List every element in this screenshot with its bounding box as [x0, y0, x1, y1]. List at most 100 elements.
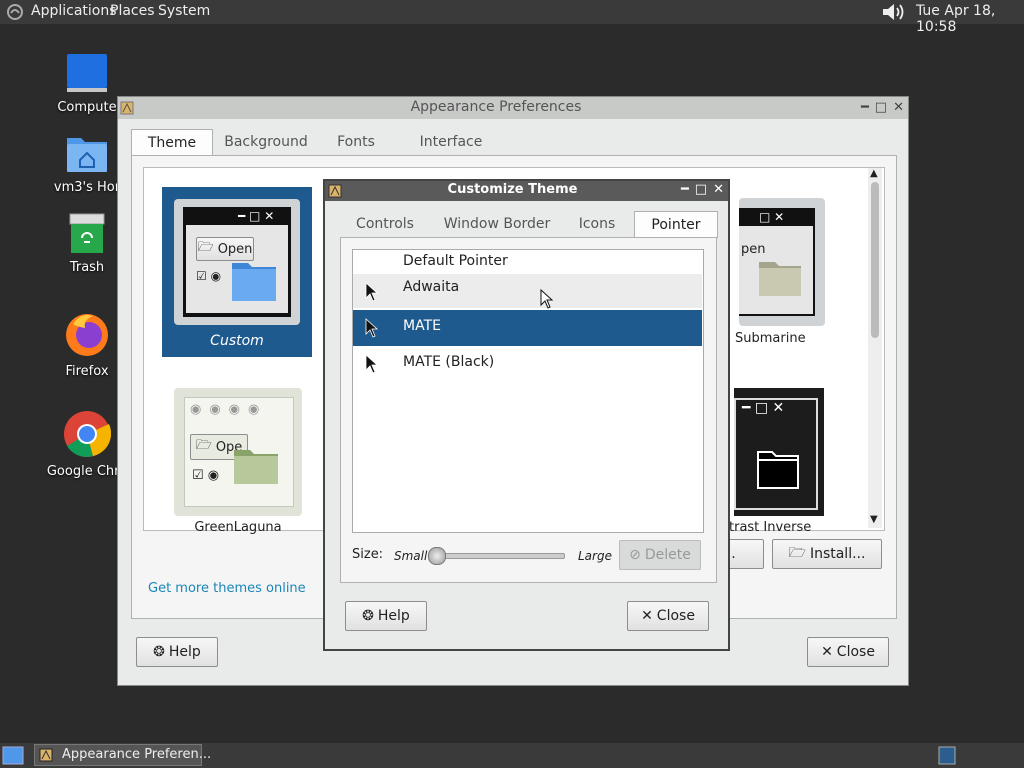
- computer-icon: [67, 54, 107, 92]
- get-more-themes-link[interactable]: Get more themes online: [148, 581, 306, 596]
- top-panel: Applications Places System Tue Apr 18, 1…: [0, 0, 1024, 35]
- close-icon[interactable]: ✕: [893, 100, 904, 115]
- tab-pointer[interactable]: Pointer: [634, 211, 718, 238]
- mouse-cursor-icon: [540, 289, 554, 309]
- slider-handle[interactable]: [428, 547, 446, 565]
- folder-open-icon: 🗁: [788, 545, 806, 561]
- help-button[interactable]: ❂ Help: [345, 601, 427, 631]
- folder-icon: [234, 450, 278, 484]
- menu-system[interactable]: System: [158, 3, 210, 19]
- trash-icon: [69, 213, 105, 253]
- mate-logo-icon[interactable]: [6, 3, 24, 21]
- theme-name-contrast-inverse: trast Inverse: [729, 520, 812, 535]
- preview-open-button: 🗁 Open: [196, 237, 254, 261]
- folder-icon: [757, 451, 799, 489]
- minimize-icon[interactable]: ━: [681, 182, 689, 197]
- close-label: Close: [656, 608, 695, 624]
- help-icon: ❂: [153, 644, 165, 660]
- size-label: Size:: [352, 547, 384, 562]
- chrome-icon: [64, 411, 112, 457]
- preview-open-label: pen: [741, 242, 766, 257]
- preview-wm-buttons: ◉◉◉◉: [190, 402, 268, 417]
- scroll-up-icon[interactable]: ▲: [870, 168, 878, 179]
- folder-icon: [759, 262, 801, 296]
- scrollbar-thumb[interactable]: [871, 182, 879, 338]
- maximize-icon[interactable]: □: [695, 182, 707, 197]
- tab-icons[interactable]: Icons: [563, 211, 631, 237]
- list-item[interactable]: Adwaita: [353, 274, 702, 308]
- tab-background[interactable]: Background: [221, 129, 311, 155]
- help-label: Help: [377, 608, 410, 624]
- checkbox-icon: ☑ ◉: [192, 468, 220, 483]
- cursor-arrow-icon: [365, 354, 379, 374]
- clock[interactable]: Tue Apr 18, 10:58: [916, 3, 1024, 35]
- theme-item-contrast-inverse[interactable]: ━ □ ✕ trast Inverse: [729, 388, 834, 538]
- list-item[interactable]: MATE: [353, 310, 702, 346]
- customize-titlebar[interactable]: Customize Theme ━ □ ✕: [325, 181, 728, 201]
- maximize-icon[interactable]: □: [875, 100, 887, 115]
- appearance-app-icon: [39, 748, 53, 762]
- folder-open-icon: 🗁: [197, 240, 214, 255]
- scroll-down-icon[interactable]: ▼: [870, 514, 878, 525]
- help-icon: ❂: [362, 608, 374, 624]
- window-title: Appearance Preferences: [410, 99, 582, 115]
- pointer-name: Adwaita: [403, 279, 460, 295]
- theme-preview: ━ □ ✕ 🗁 Open ☑ ◉: [174, 199, 300, 325]
- pointer-name: MATE: [403, 318, 441, 334]
- close-icon: ✕: [821, 644, 833, 660]
- customize-theme-dialog: Customize Theme ━ □ ✕ Controls Window Bo…: [323, 179, 730, 651]
- theme-name-greenlaguna: GreenLaguna: [194, 520, 282, 535]
- cursor-arrow-icon: [365, 318, 379, 338]
- themes-scrollbar[interactable]: ▲ ▼: [868, 168, 882, 528]
- menu-applications[interactable]: Applications: [31, 3, 117, 19]
- list-item[interactable]: Default Pointer: [353, 250, 702, 274]
- theme-item-greenlaguna[interactable]: ◉◉◉◉ 🗁 Ope ☑ ◉ GreenLaguna: [174, 388, 304, 538]
- small-label: Small: [394, 549, 428, 563]
- theme-preview: ◉◉◉◉ 🗁 Ope ☑ ◉: [174, 388, 302, 516]
- size-slider[interactable]: [428, 547, 565, 565]
- dialog-wm-buttons: ━ □ ✕: [681, 182, 724, 197]
- cursor-arrow-icon: [365, 282, 379, 302]
- volume-icon[interactable]: [880, 2, 910, 22]
- close-button[interactable]: ✕ Close: [807, 637, 889, 667]
- large-label: Large: [578, 549, 612, 563]
- pointer-list: Default Pointer Adwaita MATE MATE (Black…: [352, 249, 704, 533]
- delete-button[interactable]: ⊘ Delete: [619, 540, 701, 570]
- close-icon[interactable]: ✕: [713, 182, 724, 197]
- preview-wm-buttons: ━ □ ✕: [238, 209, 275, 223]
- close-button[interactable]: ✕ Close: [627, 601, 709, 631]
- theme-item-submarine[interactable]: □ ✕ pen Submarine: [735, 198, 829, 346]
- bottom-panel: Appearance Preferen...: [0, 743, 1024, 768]
- taskbar-item-appearance[interactable]: Appearance Preferen...: [34, 744, 211, 766]
- delete-icon: ⊘: [629, 547, 641, 563]
- home-folder-icon: [67, 138, 107, 172]
- menu-places[interactable]: Places: [110, 3, 155, 19]
- delete-label: Delete: [644, 547, 691, 563]
- theme-name-custom: Custom: [210, 333, 264, 349]
- minimize-icon[interactable]: ━: [861, 100, 869, 115]
- close-icon: ✕: [641, 608, 653, 624]
- taskbar-item-label: Appearance Preferen...: [62, 747, 212, 762]
- show-desktop-icon[interactable]: [2, 746, 24, 765]
- appearance-titlebar[interactable]: Appearance Preferences ━ □ ✕: [118, 97, 908, 119]
- workspace-switcher-icon[interactable]: [938, 746, 956, 765]
- install-button[interactable]: 🗁 Install...: [772, 539, 882, 569]
- folder-open-icon: 🗁: [195, 438, 212, 453]
- tab-window-border[interactable]: Window Border: [437, 211, 557, 237]
- theme-item-custom[interactable]: ━ □ ✕ 🗁 Open ☑ ◉ Custom: [162, 187, 312, 357]
- customize-tab-bar: Controls Window Border Icons Pointer: [341, 211, 718, 239]
- checkbox-icon: ☑ ◉: [196, 269, 222, 283]
- firefox-icon: [66, 314, 108, 356]
- tab-theme[interactable]: Theme: [131, 129, 213, 156]
- theme-name-submarine: Submarine: [735, 331, 806, 346]
- list-item[interactable]: MATE (Black): [353, 346, 702, 380]
- preview-open-label: Open: [217, 241, 253, 257]
- help-label: Help: [168, 644, 201, 660]
- theme-preview: ━ □ ✕: [734, 388, 824, 516]
- tab-fonts[interactable]: Fonts: [321, 129, 391, 155]
- help-button[interactable]: ❂ Help: [136, 637, 218, 667]
- pointer-name: Default Pointer: [403, 253, 508, 269]
- tab-interface[interactable]: Interface: [411, 129, 491, 155]
- preview-wm-buttons: □ ✕: [759, 210, 785, 224]
- tab-controls[interactable]: Controls: [341, 211, 429, 237]
